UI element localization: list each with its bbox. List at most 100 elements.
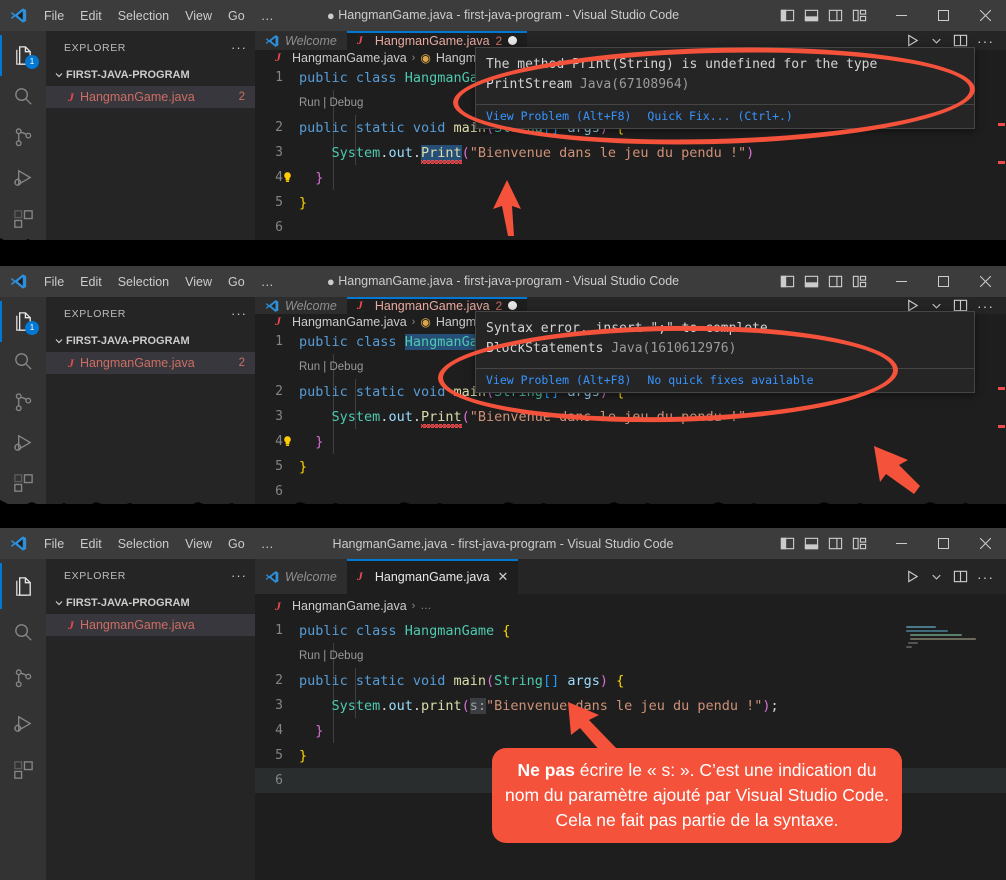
code-editor-panel-3[interactable]: 1 public class HangmanGame { Run | Debug… (255, 618, 1006, 880)
hover-actions[interactable]: View Problem (Alt+F8) No quick fixes ava… (476, 369, 974, 392)
layout-controls[interactable] (776, 5, 880, 27)
scrollbar-decorations[interactable] (996, 329, 1006, 504)
toggle-panel-icon[interactable] (800, 533, 822, 555)
toggle-secondary-sidebar-icon[interactable] (824, 271, 846, 293)
lightbulb-quickfix-icon[interactable] (281, 435, 294, 448)
customize-layout-icon[interactable] (848, 271, 870, 293)
run-icon[interactable] (905, 33, 920, 48)
activity-extensions-icon[interactable] (0, 199, 46, 240)
folder-row[interactable]: FIRST-JAVA-PROGRAM (46, 592, 255, 614)
minimap[interactable] (900, 618, 996, 880)
split-editor-icon[interactable] (953, 569, 968, 584)
menu-go[interactable]: Go (220, 272, 253, 292)
menu-bar[interactable]: File Edit Selection View Go … (36, 533, 283, 554)
hover-actions[interactable]: View Problem (Alt+F8) Quick Fix... (Ctrl… (476, 105, 974, 128)
menu-overflow-icon[interactable]: … (253, 5, 283, 26)
menu-file[interactable]: File (36, 6, 72, 26)
menu-view[interactable]: View (177, 272, 220, 292)
menu-view[interactable]: View (177, 534, 220, 554)
split-editor-icon[interactable] (953, 33, 968, 48)
activity-source-control-icon[interactable] (0, 382, 46, 423)
menu-edit[interactable]: Edit (72, 272, 110, 292)
toggle-primary-sidebar-icon[interactable] (776, 271, 798, 293)
menu-selection[interactable]: Selection (110, 534, 177, 554)
menu-selection[interactable]: Selection (110, 272, 177, 292)
breadcrumb-file[interactable]: HangmanGame.java (292, 315, 407, 329)
explorer-more-actions-icon[interactable]: ··· (231, 569, 247, 582)
close-button[interactable] (964, 528, 1006, 559)
close-button[interactable] (964, 0, 1006, 31)
editor-actions[interactable]: ··· (905, 559, 1006, 594)
menu-overflow-icon[interactable]: … (253, 271, 283, 292)
menu-edit[interactable]: Edit (72, 534, 110, 554)
scrollbar-decorations[interactable] (996, 65, 1006, 240)
codelens-run-debug[interactable]: Run | Debug (299, 97, 363, 109)
minimize-button[interactable] (880, 528, 922, 559)
tab-welcome[interactable]: Welcome (255, 31, 347, 50)
menu-edit[interactable]: Edit (72, 6, 110, 26)
toggle-panel-icon[interactable] (800, 5, 822, 27)
tab-welcome[interactable]: Welcome (255, 297, 347, 314)
maximize-button[interactable] (922, 0, 964, 31)
tab-unsaved-dot-icon[interactable] (508, 36, 518, 45)
breadcrumb-file[interactable]: HangmanGame.java (292, 51, 407, 65)
activity-search-icon[interactable] (0, 342, 46, 383)
tab-close-icon[interactable]: ✕ (496, 570, 509, 583)
menu-bar[interactable]: File Edit Selection View Go … (36, 271, 283, 292)
tab-welcome[interactable]: Welcome (255, 559, 347, 594)
activity-extensions-icon[interactable] (0, 463, 46, 504)
toggle-panel-icon[interactable] (800, 271, 822, 293)
layout-controls[interactable] (776, 533, 880, 555)
lightbulb-quickfix-icon[interactable] (281, 171, 294, 184)
activity-bar[interactable]: 1 (0, 297, 46, 504)
view-problem-link[interactable]: View Problem (486, 373, 569, 387)
codelens-run-debug[interactable]: Run | Debug (299, 650, 363, 662)
menu-view[interactable]: View (177, 6, 220, 26)
more-actions-icon[interactable]: ··· (977, 570, 994, 584)
breadcrumb-file[interactable]: HangmanGame.java (292, 599, 407, 613)
explorer-more-actions-icon[interactable]: ··· (231, 307, 247, 320)
activity-run-debug-icon[interactable] (0, 158, 46, 199)
tab-unsaved-dot-icon[interactable] (508, 301, 518, 310)
run-icon[interactable] (905, 569, 920, 584)
codelens-run-debug[interactable]: Run | Debug (299, 361, 363, 373)
code-editor-panel-2[interactable]: 1 public class HangmanGame { Run | Debug… (255, 311, 1006, 504)
activity-search-icon[interactable] (0, 76, 46, 117)
view-problem-link[interactable]: View Problem (486, 109, 569, 123)
chevron-down-icon[interactable] (929, 569, 944, 584)
chevron-down-icon[interactable] (929, 33, 944, 48)
code-editor-panel-1[interactable]: 1 public class HangmanGame { Run | Debug… (255, 47, 1006, 240)
activity-bar[interactable]: 1 (0, 31, 46, 240)
breadcrumb[interactable]: J HangmanGame.java › … (255, 594, 1006, 618)
menu-selection[interactable]: Selection (110, 6, 177, 26)
activity-run-debug-icon[interactable] (0, 701, 46, 747)
hover-tooltip-panel-2[interactable]: Syntax error, insert ";" to complete Blo… (475, 311, 975, 393)
more-actions-icon[interactable]: ··· (977, 299, 994, 313)
activity-extensions-icon[interactable] (0, 747, 46, 793)
activity-search-icon[interactable] (0, 609, 46, 655)
minimize-button[interactable] (880, 0, 922, 31)
more-actions-icon[interactable]: ··· (977, 34, 994, 48)
activity-source-control-icon[interactable] (0, 655, 46, 701)
menu-file[interactable]: File (36, 534, 72, 554)
activity-explorer-icon[interactable]: 1 (0, 301, 46, 342)
explorer-file-hangmangame[interactable]: J HangmanGame.java 2 (46, 86, 255, 108)
customize-layout-icon[interactable] (848, 533, 870, 555)
folder-row[interactable]: FIRST-JAVA-PROGRAM (46, 330, 255, 352)
close-button[interactable] (964, 266, 1006, 297)
quick-fix-link[interactable]: Quick Fix... (647, 109, 730, 123)
breadcrumb-collapsed[interactable]: … (420, 600, 431, 612)
toggle-secondary-sidebar-icon[interactable] (824, 533, 846, 555)
tab-bar[interactable]: Welcome J HangmanGame.java ✕ ··· (255, 559, 1006, 594)
activity-bar[interactable] (0, 559, 46, 880)
menu-go[interactable]: Go (220, 6, 253, 26)
activity-explorer-icon[interactable] (0, 563, 46, 609)
menu-file[interactable]: File (36, 272, 72, 292)
maximize-button[interactable] (922, 528, 964, 559)
codelens-row[interactable]: Run | Debug (255, 643, 1006, 668)
menu-go[interactable]: Go (220, 534, 253, 554)
customize-layout-icon[interactable] (848, 5, 870, 27)
explorer-more-actions-icon[interactable]: ··· (231, 41, 247, 54)
menu-overflow-icon[interactable]: … (253, 533, 283, 554)
activity-source-control-icon[interactable] (0, 117, 46, 158)
